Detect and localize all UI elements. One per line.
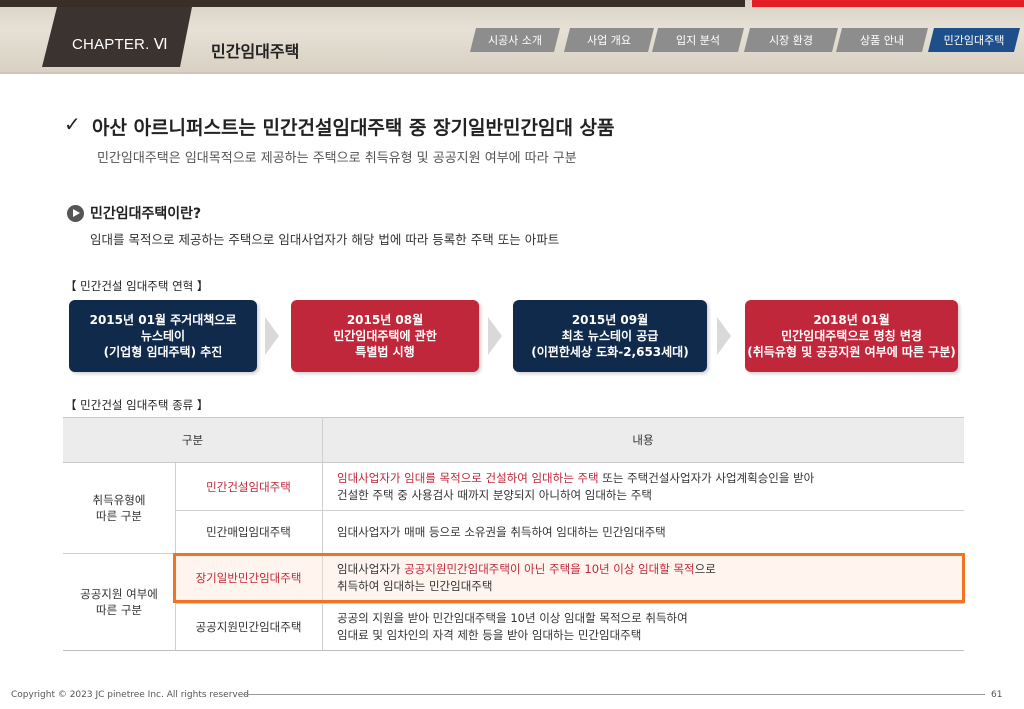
content-emphasis: 임대사업자가 임대를 목적으로 건설하여 임대하는 주택 — [337, 470, 599, 485]
nav-tab-overview[interactable]: 사업 개요 — [564, 28, 654, 52]
nav-tab-location[interactable]: 입지 분석 — [652, 28, 744, 52]
content-emphasis: 공공지원민간임대주택이 아닌 주택을 10년 이상 임대할 목적 — [404, 562, 695, 576]
content-private-construction: 임대사업자가 임대를 목적으로 건설하여 임대하는 주택 또는 주택건설사업자가… — [337, 463, 957, 510]
history-step-1: 2015년 01월 주거대책으로 뉴스테이 (기업형 임대주택) 추진 — [69, 300, 257, 372]
content-line: 임대사업자가 임대를 목적으로 건설하여 임대하는 주택 또는 주택건설사업자가… — [337, 470, 814, 487]
history-step-4: 2018년 01월 민간임대주택으로 명칭 변경 (취득유형 및 공공지원 여부… — [745, 300, 958, 372]
play-circle-icon — [67, 205, 84, 222]
chapter-label: CHAPTER. Ⅵ — [72, 36, 168, 53]
nav-tab-product[interactable]: 상품 안내 — [836, 28, 928, 52]
types-label: 【 민간건설 임대주택 종류 】 — [65, 398, 209, 412]
history-step-line: 2015년 01월 주거대책으로 — [89, 313, 237, 327]
group-label-line: 공공지원 여부에 — [80, 586, 158, 601]
content-line: 공공의 지원을 받아 민간임대주택을 10년 이상 임대할 목적으로 취득하여 — [337, 610, 688, 625]
type-private-purchase: 민간매입임대주택 — [206, 524, 291, 539]
definition-text: 임대를 목적으로 제공하는 주택으로 임대사업자가 해당 법에 따라 등록한 주… — [90, 232, 560, 247]
content-text: 임대사업자가 — [337, 562, 405, 576]
nav-tab-company[interactable]: 시공사 소개 — [470, 28, 560, 52]
definition-title: 민간임대주택이란? — [90, 206, 202, 222]
history-step-line: 최초 뉴스테이 공급 — [561, 329, 659, 343]
content-line: 취득하여 임대하는 민간임대주택 — [337, 579, 493, 593]
group-label-line: 따른 구분 — [96, 602, 142, 617]
history-step-line: 민간임대주택으로 명칭 변경 — [781, 329, 922, 343]
table-header-content: 내용 — [322, 417, 964, 463]
headline-subtitle: 민간임대주택은 임대목적으로 제공하는 주택으로 취득유형 및 공공지원 여부에… — [97, 151, 577, 166]
history-step-line: 뉴스테이 — [140, 329, 186, 343]
nav-tab-market[interactable]: 시장 환경 — [744, 28, 838, 52]
copyright: Copyright © 2023 JC pinetree Inc. All ri… — [11, 690, 249, 700]
history-step-line: (기업형 임대주택) 추진 — [103, 345, 223, 359]
content-line: 임대료 및 임차인의 자격 제한 등을 받아 임대하는 민간임대주택 — [337, 627, 642, 642]
footer-divider — [243, 694, 985, 695]
table-header-category: 구분 — [63, 417, 322, 463]
content-line: 임대사업자가 공공지원민간임대주택이 아닌 주택을 10년 이상 임대할 목적으… — [337, 561, 716, 578]
history-step-line: 특별법 시행 — [355, 345, 415, 359]
chevron-right-icon — [265, 317, 279, 355]
group-public-support: 공공지원 여부에 따른 구분 — [63, 553, 175, 650]
group-label-line: 취득유형에 — [92, 493, 146, 507]
page-title: 민간임대주택 — [211, 42, 300, 61]
nav-tab-rental[interactable]: 민간임대주택 — [928, 28, 1020, 52]
table-divider — [322, 417, 323, 463]
page-number: 61 — [991, 690, 1003, 700]
history-label: 【 민간건설 임대주택 연혁 】 — [65, 279, 209, 293]
history-step-2: 2015년 08월 민간임대주택에 관한 특별법 시행 — [291, 300, 479, 372]
content-private-purchase: 임대사업자가 매매 등으로 소유권을 취득하여 임대하는 민간임대주택 — [337, 524, 666, 539]
history-step-line: 2015년 09월 — [571, 313, 649, 327]
top-bar-dark — [0, 0, 745, 7]
content-text: 으로 — [694, 562, 716, 576]
chevron-right-icon — [488, 317, 502, 355]
type-public-supported: 공공지원민간임대주택 — [195, 619, 302, 634]
history-step-line: 2018년 01월 — [813, 313, 890, 327]
history-step-line: (이편한세상 도화-2,653세대) — [531, 345, 689, 359]
group-acquisition: 취득유형에 따른 구분 — [63, 463, 175, 553]
group-label-line: 따른 구분 — [96, 509, 142, 523]
history-step-line: (취득유형 및 공공지원 여부에 따른 구분) — [747, 345, 956, 359]
history-step-line: 2015년 08월 — [346, 313, 424, 327]
top-bar-red — [752, 0, 1024, 7]
history-step-line: 민간임대주택에 관한 — [333, 329, 437, 343]
chevron-right-icon — [717, 317, 731, 355]
check-icon: ✓ — [64, 112, 81, 136]
content-text: 또는 주택건설사업자가 사업계획승인을 받아 — [598, 470, 815, 485]
headline-title: 아산 아르니퍼스트는 민간건설임대주택 중 장기일반민간임대 상품 — [92, 117, 615, 139]
table-divider — [63, 650, 964, 651]
type-long-term-private: 장기일반민간임대주택 — [195, 571, 302, 585]
content-line: 건설한 주택 중 사용검사 때까지 분양되지 아니하여 임대하는 주택 — [337, 487, 652, 502]
history-step-3: 2015년 09월 최초 뉴스테이 공급 (이편한세상 도화-2,653세대) — [513, 300, 707, 372]
content-long-term-private: 임대사업자가 공공지원민간임대주택이 아닌 주택을 10년 이상 임대할 목적으… — [337, 553, 957, 603]
type-private-construction: 민간건설임대주택 — [206, 479, 291, 494]
content-public-supported: 공공의 지원을 받아 민간임대주택을 10년 이상 임대할 목적으로 취득하여 … — [337, 603, 957, 650]
